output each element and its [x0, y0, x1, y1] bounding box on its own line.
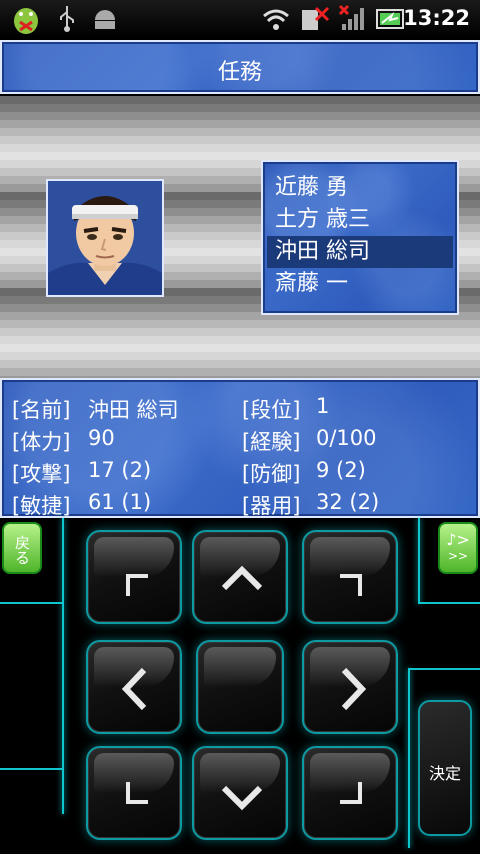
- chevron-down-icon: [221, 785, 263, 811]
- down-button[interactable]: [192, 746, 288, 840]
- frame-line: [418, 602, 480, 604]
- attack-label: [攻撃]: [12, 462, 71, 486]
- list-item-selected[interactable]: 沖田 総司: [267, 236, 453, 268]
- sim-error-icon: [302, 6, 330, 30]
- agility-value: 61 (1): [88, 490, 152, 514]
- down-right-button[interactable]: [302, 746, 398, 840]
- clock-time: 13:22: [403, 6, 470, 30]
- page-title: 任務: [217, 60, 262, 85]
- agility-label: [敏捷]: [12, 494, 71, 518]
- party-member-list: 近藤 勇 土方 歳三 沖田 総司 斎藤 一: [261, 160, 459, 315]
- wifi-icon: [263, 9, 289, 30]
- frame-line: [408, 668, 410, 848]
- frame-line: [62, 604, 64, 814]
- frame-line: [408, 668, 480, 670]
- frame-line: [0, 602, 62, 604]
- frame-line: [0, 768, 62, 770]
- title-window: 任務: [0, 40, 480, 94]
- confirm-button[interactable]: 決定: [418, 700, 472, 836]
- right-button[interactable]: [302, 640, 398, 734]
- music-button[interactable]: ♪> >>: [438, 522, 478, 574]
- portrait-image: [48, 181, 162, 295]
- hp-value: 90: [88, 426, 115, 450]
- music-icon: ♪>: [446, 530, 470, 549]
- character-portrait: [46, 179, 164, 297]
- list-item[interactable]: 土方 歳三: [267, 204, 453, 236]
- battery-icon: [376, 9, 404, 29]
- stats-window: [名前] 沖田 総司 [段位] 1 [体力] 90 [経験] 0/100 [攻撃…: [0, 378, 480, 518]
- down-left-button[interactable]: [86, 746, 182, 840]
- up-left-button[interactable]: [86, 530, 182, 624]
- chevron-left-icon: [121, 667, 147, 711]
- left-button[interactable]: [86, 640, 182, 734]
- android-icon: [95, 10, 115, 29]
- frame-line: [62, 518, 64, 604]
- corner-down-left-icon: [126, 782, 148, 804]
- list-item[interactable]: 近藤 勇: [267, 172, 453, 204]
- frame-line: [418, 518, 420, 604]
- back-button-label: 戻る: [13, 535, 31, 565]
- defense-label: [防御]: [242, 462, 301, 486]
- list-item[interactable]: 斎藤 一: [267, 268, 453, 300]
- corner-up-left-icon: [126, 574, 148, 596]
- back-button[interactable]: 戻る: [2, 522, 42, 574]
- corner-up-right-icon: [340, 574, 362, 596]
- center-button[interactable]: [196, 640, 284, 734]
- up-button[interactable]: [192, 530, 288, 624]
- signal-icon: [338, 4, 364, 30]
- android-bug-icon: [14, 8, 38, 34]
- name-label: [名前]: [12, 398, 71, 422]
- status-bar: 13:22: [0, 0, 480, 38]
- dexterity-label: [器用]: [242, 494, 301, 518]
- defense-value: 9 (2): [316, 458, 366, 482]
- rank-label: [段位]: [242, 398, 301, 422]
- usb-icon: [60, 6, 74, 32]
- corner-down-right-icon: [340, 782, 362, 804]
- confirm-button-label: 決定: [428, 764, 461, 783]
- attack-value: 17 (2): [88, 458, 152, 482]
- name-value: 沖田 総司: [88, 398, 179, 422]
- rank-value: 1: [316, 394, 330, 418]
- music-sub-label: >>: [447, 549, 469, 563]
- dexterity-value: 32 (2): [316, 490, 380, 514]
- exp-label: [経験]: [242, 430, 301, 454]
- chevron-up-icon: [221, 565, 263, 591]
- hp-label: [体力]: [12, 430, 71, 454]
- up-right-button[interactable]: [302, 530, 398, 624]
- exp-value: 0/100: [316, 426, 377, 450]
- chevron-right-icon: [341, 667, 367, 711]
